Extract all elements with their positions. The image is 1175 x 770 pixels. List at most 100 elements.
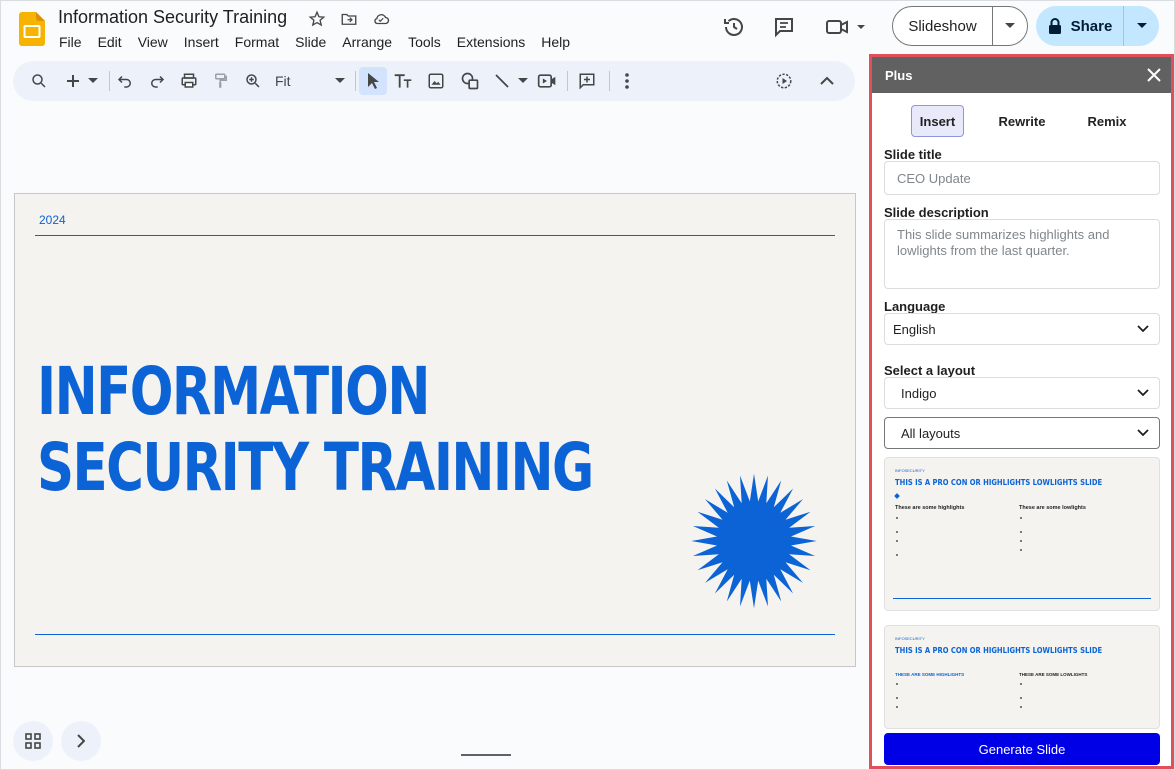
- thumbnail-title: THIS IS A PRO CON OR HIGHLIGHTS LOWLIGHT…: [895, 478, 1103, 487]
- zoom-icon[interactable]: [241, 69, 265, 93]
- layout-filter-value: All layouts: [901, 425, 961, 441]
- thumbnail-bullet: [1019, 548, 1137, 558]
- menu-slide[interactable]: Slide: [287, 33, 334, 51]
- slideshow-button[interactable]: Slideshow: [893, 7, 993, 45]
- thumbnail-rule: [893, 598, 1151, 599]
- menu-edit[interactable]: Edit: [90, 33, 130, 51]
- undo-icon[interactable]: [113, 69, 137, 93]
- lock-icon: [1048, 18, 1061, 34]
- slide-year[interactable]: 2024: [39, 213, 66, 227]
- menu-tools[interactable]: Tools: [400, 33, 449, 51]
- starburst-shape[interactable]: [689, 472, 819, 610]
- toolbar: Fit: [13, 61, 855, 101]
- move-folder-icon[interactable]: [339, 9, 359, 29]
- language-value: English: [893, 321, 936, 337]
- slide-bottom-rule: [35, 634, 835, 635]
- cloud-saved-icon[interactable]: [371, 9, 391, 29]
- tab-insert[interactable]: Insert: [911, 105, 964, 137]
- expand-filmstrip-button[interactable]: [61, 721, 101, 761]
- select-cursor-icon[interactable]: [359, 67, 387, 95]
- close-icon[interactable]: [1144, 65, 1164, 85]
- menu-extensions[interactable]: Extensions: [449, 33, 533, 51]
- new-slide-dropdown-icon[interactable]: [85, 69, 101, 93]
- thumbnail-bullet: [1019, 516, 1137, 526]
- layout-select[interactable]: Indigo: [884, 377, 1160, 409]
- animation-play-icon[interactable]: [772, 69, 796, 93]
- search-menus-icon[interactable]: [27, 69, 51, 93]
- grid-view-button[interactable]: [13, 721, 53, 761]
- more-options-icon[interactable]: [615, 69, 639, 93]
- toolbar-divider: [609, 71, 610, 91]
- meet-icon[interactable]: [823, 14, 869, 40]
- version-history-icon[interactable]: [720, 14, 748, 40]
- thumbnail-right-column: These are some lowlights: [1019, 505, 1137, 562]
- image-icon[interactable]: [424, 69, 448, 93]
- slide-description-label: Slide description: [884, 205, 989, 220]
- thumbnail-bullet: [1019, 705, 1137, 715]
- thumbnail-left-column: These are some highlights: [895, 505, 1013, 567]
- add-comment-icon[interactable]: [575, 69, 599, 93]
- slideshow-button-group: Slideshow: [892, 6, 1028, 46]
- document-title[interactable]: Information Security Training: [58, 7, 287, 28]
- thumbnail-bullet: [1019, 696, 1137, 701]
- slide-description-input[interactable]: This slide summarizes highlights and low…: [884, 219, 1160, 289]
- new-slide-icon[interactable]: [61, 69, 85, 93]
- thumbnail-left-column: THESE ARE SOME HIGHLIGHTS: [895, 672, 1013, 719]
- line-dropdown-icon[interactable]: [515, 69, 531, 93]
- thumbnail-bullet: [1019, 530, 1137, 535]
- menu-help[interactable]: Help: [533, 33, 578, 51]
- plus-side-panel: Plus Insert Rewrite Remix Slide title CE…: [869, 54, 1174, 769]
- thumbnail-bullet: [1019, 682, 1137, 692]
- zoom-value: Fit: [275, 73, 291, 89]
- slides-logo[interactable]: [19, 12, 45, 46]
- comments-icon[interactable]: [770, 14, 798, 40]
- star-icon[interactable]: [307, 9, 327, 29]
- thumbnail-right-column: THESE ARE SOME LOWLIGHTS: [1019, 672, 1137, 719]
- layout-thumbnail[interactable]: INFOSECURITY THIS IS A PRO CON OR HIGHLI…: [884, 625, 1160, 729]
- menu-format[interactable]: Format: [227, 33, 287, 51]
- layout-value: Indigo: [901, 385, 937, 401]
- thumbnail-left-heading: THESE ARE SOME HIGHLIGHTS: [895, 672, 965, 677]
- menu-file[interactable]: File: [51, 33, 90, 51]
- redo-icon[interactable]: [145, 69, 169, 93]
- slide-title[interactable]: INFORMATION SECURITY TRAINING: [37, 354, 594, 506]
- chevron-right-icon: [77, 734, 85, 748]
- thumbnail-kicker: INFOSECURITY: [895, 468, 925, 473]
- menu-insert[interactable]: Insert: [176, 33, 227, 51]
- paint-format-icon[interactable]: [209, 69, 233, 93]
- slide-title-line2: SECURITY TRAINING: [37, 429, 594, 506]
- layout-filter-select[interactable]: All layouts: [884, 417, 1160, 449]
- thumbnail-bullet: [895, 696, 1013, 701]
- slide-canvas[interactable]: 2024 INFORMATION SECURITY TRAINING: [14, 193, 856, 667]
- thumbnail-bullet: [895, 530, 1013, 535]
- shape-icon[interactable]: [458, 69, 482, 93]
- insert-video-icon[interactable]: [535, 69, 559, 93]
- share-dropdown-icon[interactable]: [1124, 6, 1159, 46]
- speaker-notes-drag-handle[interactable]: [461, 754, 511, 756]
- tab-remix[interactable]: Remix: [1077, 105, 1137, 137]
- language-select[interactable]: English: [884, 313, 1160, 345]
- thumbnail-bullet: [895, 553, 1013, 563]
- zoom-select[interactable]: Fit: [275, 69, 345, 93]
- thumbnail-bullet: [895, 705, 1013, 715]
- thumbnail-left-heading: These are some highlights: [895, 505, 965, 511]
- thumbnail-bullet: [895, 539, 1013, 549]
- print-icon[interactable]: [177, 69, 201, 93]
- share-button-group: Share: [1036, 6, 1159, 46]
- menu-arrange[interactable]: Arrange: [334, 33, 400, 51]
- toolbar-divider: [355, 71, 356, 91]
- line-icon[interactable]: [490, 69, 514, 93]
- generate-slide-button[interactable]: Generate Slide: [884, 733, 1160, 765]
- slide-title-input[interactable]: CEO Update: [884, 161, 1160, 195]
- thumbnail-right-heading: THESE ARE SOME LOWLIGHTS: [1019, 672, 1088, 677]
- menu-bar: File Edit View Insert Format Slide Arran…: [51, 33, 578, 51]
- text-box-icon[interactable]: [391, 69, 415, 93]
- collapse-toolbar-icon[interactable]: [815, 69, 839, 93]
- layout-thumbnail[interactable]: INFOSECURITY THIS IS A PRO CON OR HIGHLI…: [884, 457, 1160, 611]
- share-button[interactable]: Share: [1036, 6, 1124, 46]
- menu-view[interactable]: View: [130, 33, 176, 51]
- slideshow-dropdown-icon[interactable]: [993, 7, 1027, 45]
- toolbar-divider: [109, 71, 110, 91]
- panel-header: Plus: [872, 57, 1171, 93]
- tab-rewrite[interactable]: Rewrite: [992, 105, 1052, 137]
